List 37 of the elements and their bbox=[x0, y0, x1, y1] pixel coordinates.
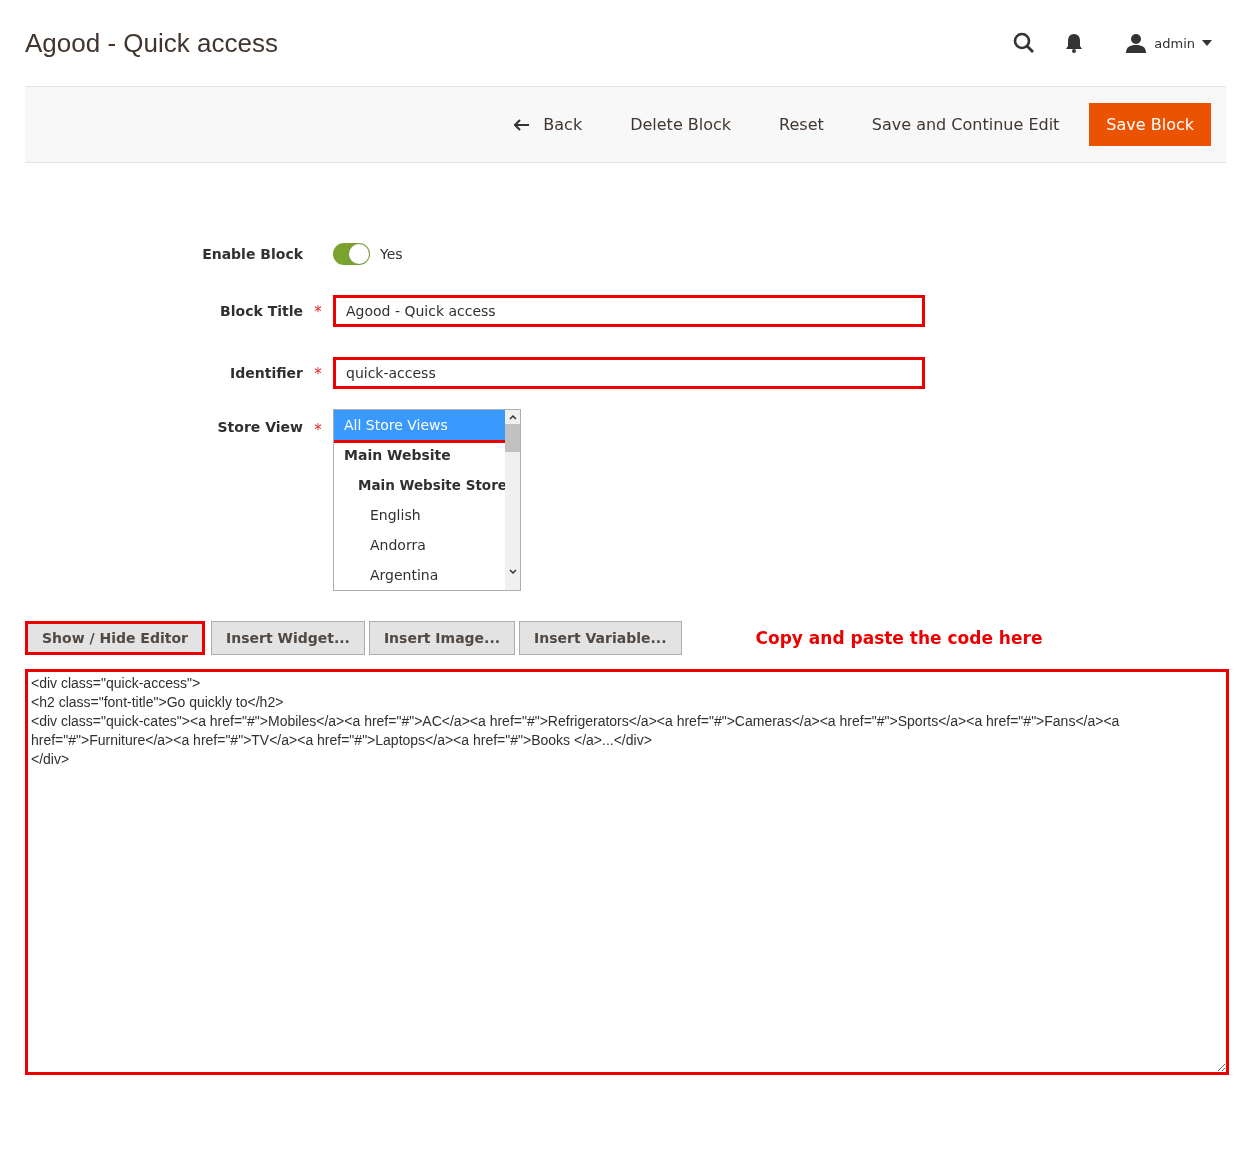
list-option[interactable]: Argentina bbox=[334, 560, 505, 590]
user-icon bbox=[1125, 33, 1148, 53]
action-button[interactable]: Reset bbox=[755, 103, 848, 146]
required-mark: * bbox=[313, 302, 323, 321]
editor-button[interactable]: Insert Widget... bbox=[210, 621, 365, 655]
save-button[interactable]: Save Block bbox=[1089, 103, 1211, 146]
scrollbar[interactable] bbox=[505, 410, 520, 590]
scrollbar-thumb[interactable] bbox=[505, 424, 520, 452]
field-label: Block Title bbox=[219, 303, 303, 319]
field-label: Identifier bbox=[229, 365, 303, 381]
text-field[interactable]: quick-access bbox=[333, 357, 925, 389]
editor-button[interactable]: Insert Variable... bbox=[519, 621, 682, 655]
field-label: Enable Block bbox=[201, 246, 303, 262]
scroll-up-icon[interactable] bbox=[507, 413, 518, 421]
code-textarea[interactable]: <div class="quick-access"> <h2 class="font-title">Go quickly to</h2> <div class="quick-cates"><a href="#">Mobiles</a><a href="#">AC</a><a href="#">Refrigerators</a><a href="#">Cameras</a><a href="#">Sports</a><a href="#">Fans</a><a href="#">Furniture</a><a href="#">TV</a><a href="#">Laptops</a><a href="#">Books </a>...</div> </div> bbox=[25, 669, 1229, 1075]
action-button[interactable]: Save and Continue Edit bbox=[847, 103, 1084, 146]
editor-button[interactable]: Show / Hide Editor bbox=[25, 621, 205, 655]
search-icon[interactable] bbox=[1013, 32, 1036, 54]
toggle-switch[interactable] bbox=[333, 243, 370, 265]
page-title: Agood - Quick access bbox=[25, 27, 278, 59]
field-label: Store View bbox=[216, 419, 303, 435]
list-option[interactable]: English bbox=[334, 500, 505, 530]
bell-icon[interactable] bbox=[1065, 33, 1084, 53]
toggle-value: Yes bbox=[380, 246, 403, 262]
text-field[interactable]: Agood - Quick access bbox=[333, 295, 925, 327]
required-mark: * bbox=[313, 420, 323, 439]
scroll-down-icon[interactable] bbox=[507, 568, 518, 576]
caret-icon bbox=[1202, 40, 1212, 46]
list-option[interactable]: Main Website bbox=[334, 440, 505, 470]
back-button[interactable]: Back bbox=[490, 103, 607, 146]
list-option[interactable]: Andorra bbox=[334, 530, 505, 560]
arrow-left-icon bbox=[514, 118, 531, 131]
required-mark: * bbox=[313, 364, 323, 383]
action-button[interactable]: Delete Block bbox=[606, 103, 756, 146]
annotation-text: Copy and paste the code here bbox=[755, 628, 1043, 648]
user-menu[interactable]: admin bbox=[1125, 33, 1212, 53]
editor-button[interactable]: Insert Image... bbox=[368, 621, 516, 655]
